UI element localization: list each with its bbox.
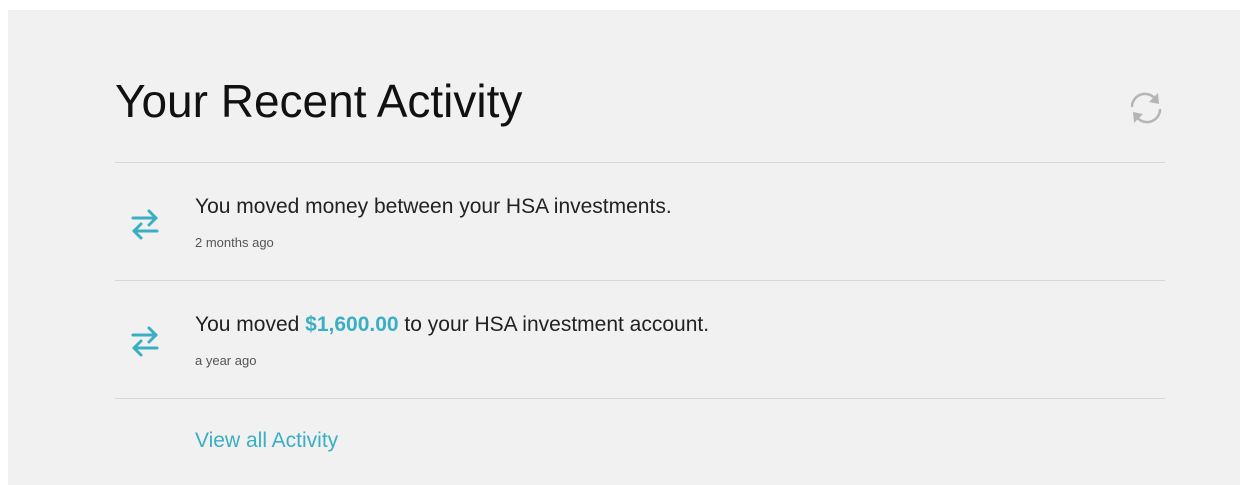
refresh-button[interactable] — [1124, 86, 1168, 130]
activity-time: 2 months ago — [195, 235, 274, 250]
page-title: Your Recent Activity — [115, 75, 523, 127]
activity-text: You moved $1,600.00 to your HSA investme… — [195, 312, 709, 338]
recent-activity-card: Your Recent Activity You moved money bet… — [8, 10, 1240, 485]
transfer-icon — [131, 326, 159, 357]
view-all-activity-link[interactable]: View all Activity — [195, 428, 338, 454]
activity-time: a year ago — [195, 353, 257, 368]
activity-text-after: to your HSA investment account. — [398, 313, 710, 336]
activity-amount: $1,600.00 — [305, 313, 399, 336]
divider — [115, 398, 1165, 399]
transfer-icon — [131, 209, 159, 240]
divider — [115, 162, 1165, 163]
activity-text-before: You moved — [195, 313, 306, 336]
activity-text: You moved money between your HSA investm… — [195, 195, 672, 218]
divider — [115, 280, 1165, 281]
refresh-icon — [1130, 92, 1162, 124]
